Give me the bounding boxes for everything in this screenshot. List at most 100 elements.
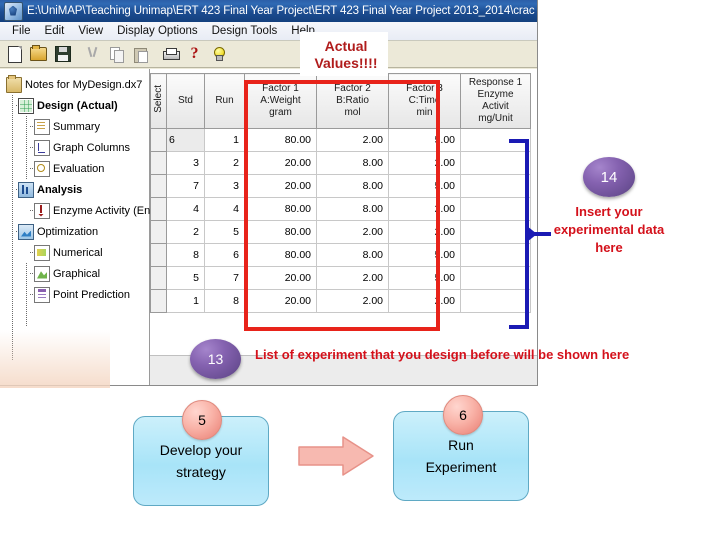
cell-factor3[interactable]: 2.00: [388, 197, 461, 221]
table-row[interactable]: 6 1 80.00 2.00 5.00: [150, 128, 531, 152]
cell-factor3[interactable]: 5.00: [388, 266, 461, 290]
cell-run[interactable]: 6: [204, 243, 245, 267]
cell-run[interactable]: 4: [204, 197, 245, 221]
table-row[interactable]: 8 6 80.00 8.00 5.00: [150, 243, 531, 267]
cell-factor2[interactable]: 8.00: [316, 174, 389, 198]
menu-item-display-options[interactable]: Display Options: [110, 24, 205, 38]
cell-factor2[interactable]: 8.00: [316, 197, 389, 221]
menu-item-design-tools[interactable]: Design Tools: [205, 24, 285, 38]
copy-button[interactable]: [105, 43, 128, 65]
cell-run[interactable]: 8: [204, 289, 245, 313]
table-row[interactable]: 7 3 20.00 8.00 5.00: [150, 174, 531, 198]
cell-std[interactable]: 5: [166, 266, 205, 290]
cell-factor2[interactable]: 2.00: [316, 266, 389, 290]
cell-factor1[interactable]: 80.00: [244, 128, 317, 152]
cell-response1[interactable]: [460, 174, 531, 198]
row-select-cell[interactable]: [150, 220, 167, 244]
column-header-factor1[interactable]: Factor 1 A:Weight gram: [244, 73, 317, 129]
cell-std[interactable]: 2: [166, 220, 205, 244]
cell-run[interactable]: 3: [204, 174, 245, 198]
row-select-cell[interactable]: [150, 289, 167, 313]
design-table-body[interactable]: 6 1 80.00 2.00 5.00 3 2 20.00 8.00 2.00: [150, 128, 531, 313]
row-select-cell[interactable]: [150, 174, 167, 198]
cell-response1[interactable]: [460, 243, 531, 267]
table-row[interactable]: 4 4 80.00 8.00 2.00: [150, 197, 531, 221]
cell-run[interactable]: 5: [204, 220, 245, 244]
table-row[interactable]: 5 7 20.00 2.00 5.00: [150, 266, 531, 290]
row-select-cell[interactable]: [150, 128, 167, 152]
cell-factor2[interactable]: 8.00: [316, 151, 389, 175]
cell-std[interactable]: 7: [166, 174, 205, 198]
cell-factor3[interactable]: 5.00: [388, 128, 461, 152]
column-header-response1[interactable]: Response 1 Enzyme Activit mg/Unit: [460, 73, 531, 129]
cell-factor3[interactable]: 2.00: [388, 289, 461, 313]
help-button[interactable]: ?: [183, 43, 206, 65]
paste-button[interactable]: [129, 43, 152, 65]
tip-button[interactable]: [207, 43, 230, 65]
cell-factor1[interactable]: 20.00: [244, 289, 317, 313]
cell-factor1[interactable]: 20.00: [244, 266, 317, 290]
save-button[interactable]: [51, 43, 74, 65]
sidebar-item-analysis[interactable]: Analysis: [4, 179, 149, 200]
cell-response1[interactable]: [460, 289, 531, 313]
cell-response1[interactable]: [460, 220, 531, 244]
cell-run[interactable]: 7: [204, 266, 245, 290]
cell-factor1[interactable]: 80.00: [244, 243, 317, 267]
cell-run[interactable]: 1: [204, 128, 245, 152]
sidebar-item-graph-columns[interactable]: Graph Columns: [4, 137, 149, 158]
column-header-run[interactable]: Run: [204, 73, 245, 129]
cell-response1[interactable]: [460, 151, 531, 175]
cell-std[interactable]: 1: [166, 289, 205, 313]
help-icon: ?: [190, 45, 199, 62]
row-select-cell[interactable]: [150, 151, 167, 175]
menu-item-edit[interactable]: Edit: [38, 24, 72, 38]
cell-factor3[interactable]: 2.00: [388, 151, 461, 175]
cell-factor2[interactable]: 8.00: [316, 243, 389, 267]
column-header-factor3[interactable]: Factor 3 C:Time min: [388, 73, 461, 129]
sidebar-item-summary[interactable]: Summary: [4, 116, 149, 137]
cell-factor1[interactable]: 80.00: [244, 197, 317, 221]
cell-factor1[interactable]: 80.00: [244, 220, 317, 244]
column-header-std[interactable]: Std: [166, 73, 205, 129]
cell-factor2[interactable]: 2.00: [316, 128, 389, 152]
sidebar-item-notes[interactable]: Notes for MyDesign.dx7: [4, 74, 149, 95]
cell-factor2[interactable]: 2.00: [316, 220, 389, 244]
table-row[interactable]: 1 8 20.00 2.00 2.00: [150, 289, 531, 313]
sidebar-item-design-actual[interactable]: Design (Actual): [4, 95, 149, 116]
design-table-panel[interactable]: Select Std Run Factor 1 A:Weight gram Fa…: [150, 69, 537, 385]
cell-std[interactable]: 4: [166, 197, 205, 221]
column-header-select[interactable]: Select: [150, 73, 167, 129]
row-select-cell[interactable]: [150, 197, 167, 221]
cell-response1[interactable]: [460, 128, 531, 152]
cell-factor1[interactable]: 20.00: [244, 174, 317, 198]
sidebar-item-optimization[interactable]: Optimization: [4, 221, 149, 242]
design-table[interactable]: Select Std Run Factor 1 A:Weight gram Fa…: [150, 73, 531, 313]
table-row[interactable]: 2 5 80.00 2.00 2.00: [150, 220, 531, 244]
cell-factor2[interactable]: 2.00: [316, 289, 389, 313]
cell-factor1[interactable]: 20.00: [244, 151, 317, 175]
sidebar-item-graphical[interactable]: Graphical: [4, 263, 149, 284]
open-button[interactable]: [27, 43, 50, 65]
menu-item-file[interactable]: File: [5, 24, 38, 38]
sidebar-item-point-prediction[interactable]: Point Prediction: [4, 284, 149, 305]
table-row[interactable]: 3 2 20.00 8.00 2.00: [150, 151, 531, 175]
sidebar-item-numerical[interactable]: Numerical: [4, 242, 149, 263]
cell-factor3[interactable]: 5.00: [388, 243, 461, 267]
cell-run[interactable]: 2: [204, 151, 245, 175]
row-select-cell[interactable]: [150, 243, 167, 267]
sidebar-item-evaluation[interactable]: Evaluation: [4, 158, 149, 179]
print-button[interactable]: [159, 43, 182, 65]
column-header-factor2[interactable]: Factor 2 B:Ratio mol: [316, 73, 389, 129]
cell-response1[interactable]: [460, 197, 531, 221]
new-button[interactable]: [3, 43, 26, 65]
cell-factor3[interactable]: 2.00: [388, 220, 461, 244]
cell-factor3[interactable]: 5.00: [388, 174, 461, 198]
cell-response1[interactable]: [460, 266, 531, 290]
cut-button[interactable]: [81, 43, 104, 65]
row-select-cell[interactable]: [150, 266, 167, 290]
cell-std[interactable]: 3: [166, 151, 205, 175]
sidebar-item-enzyme-activity[interactable]: Enzyme Activity (En: [4, 200, 150, 221]
menu-item-view[interactable]: View: [71, 24, 110, 38]
cell-std[interactable]: 8: [166, 243, 205, 267]
cell-std[interactable]: 6: [166, 128, 205, 152]
